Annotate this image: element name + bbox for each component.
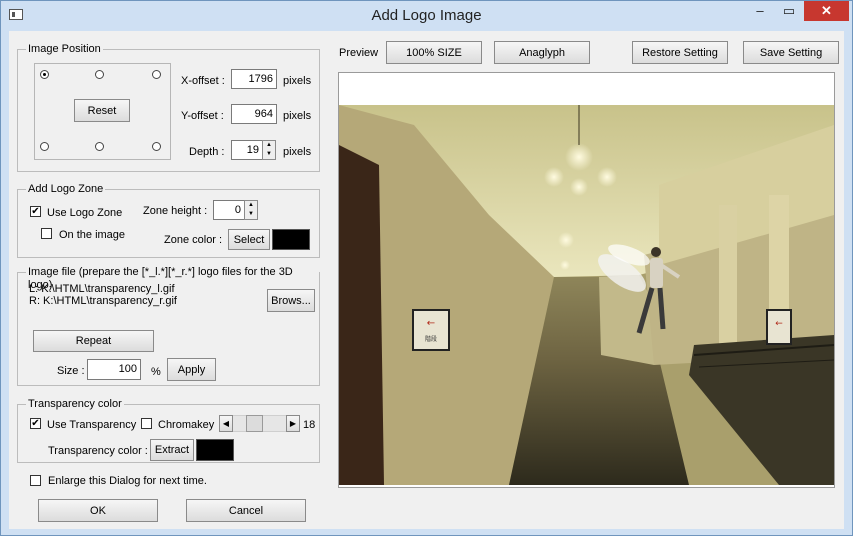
zone-height-field[interactable]: 0 <box>213 200 245 220</box>
x-offset-field[interactable]: 1796 <box>231 69 277 89</box>
chandelier-2 <box>558 232 574 248</box>
depth-unit: pixels <box>283 146 312 158</box>
svg-text:←: ← <box>427 318 435 329</box>
position-bottom-right-radio[interactable] <box>152 142 161 151</box>
size-label: Size : <box>57 365 85 377</box>
y-offset-unit: pixels <box>283 110 312 122</box>
use-logo-zone-checkbox[interactable]: ✔ <box>30 206 41 217</box>
size-percent: % <box>151 366 161 378</box>
dialog-client: Image Position Reset X-offset : 1796 pix… <box>9 31 844 529</box>
transparency-color-label: Transparency color : <box>48 445 148 457</box>
transparency-slider-thumb[interactable] <box>246 415 263 432</box>
dialog-window: Add Logo Image – ▭ ✕ Image Position Rese… <box>0 0 853 536</box>
position-bottom-left-radio[interactable] <box>40 142 49 151</box>
zone-color-label: Zone color : <box>164 234 223 246</box>
position-top-center-radio[interactable] <box>95 70 104 79</box>
logo-zone-title: Add Logo Zone <box>26 183 106 196</box>
preview-frame: ← 階段 ← <box>338 72 835 488</box>
svg-text:階段: 階段 <box>425 335 437 343</box>
preview-label: Preview <box>339 47 379 59</box>
slider-left-arrow[interactable]: ◀ <box>219 415 233 432</box>
depth-label: Depth : <box>189 146 225 158</box>
y-offset-label: Y-offset : <box>181 110 224 122</box>
exit-sign-left <box>412 309 450 351</box>
chromakey-label: Chromakey <box>158 419 215 431</box>
flying-person <box>651 247 661 257</box>
transparency-title: Transparency color <box>26 398 124 411</box>
save-setting-button[interactable]: Save Setting <box>743 41 839 64</box>
position-bottom-center-radio[interactable] <box>95 142 104 151</box>
slider-right-arrow[interactable]: ▶ <box>286 415 300 432</box>
position-top-right-radio[interactable] <box>152 70 161 79</box>
extract-button[interactable]: Extract <box>150 439 194 461</box>
svg-text:←: ← <box>775 319 783 329</box>
reset-position-button[interactable]: Reset <box>74 99 130 122</box>
enlarge-dialog-label: Enlarge this Dialog for next time. <box>48 475 207 487</box>
minimize-button[interactable]: – <box>746 1 774 21</box>
depth-field[interactable]: 19 <box>231 140 263 160</box>
column-1 <box>719 205 737 345</box>
anaglyph-button[interactable]: Anaglyph <box>494 41 590 64</box>
on-image-checkbox[interactable] <box>41 228 52 239</box>
zone-height-spinner[interactable]: ▲ ▼ <box>244 200 258 220</box>
preview-image[interactable]: ← 階段 ← <box>339 105 834 485</box>
window-title: Add Logo Image <box>371 7 482 24</box>
transparency-slider-track[interactable] <box>233 415 286 432</box>
slider-value: 18 <box>303 419 316 431</box>
depth-spinner[interactable]: ▲ ▼ <box>262 140 276 160</box>
close-button[interactable]: ✕ <box>804 1 849 21</box>
size-100-button[interactable]: 100% SIZE <box>386 41 482 64</box>
image-position-group: Image Position Reset X-offset : 1796 pix… <box>17 43 320 172</box>
use-transparency-label: Use Transparency <box>47 419 137 431</box>
zone-height-label: Zone height : <box>143 205 208 217</box>
chromakey-checkbox[interactable] <box>141 418 152 429</box>
image-file-group: Image file (prepare the [*_l.*][*_r.*] l… <box>17 266 320 386</box>
x-offset-unit: pixels <box>283 75 312 87</box>
y-offset-field[interactable]: 964 <box>231 104 277 124</box>
title-bar: Add Logo Image – ▭ ✕ <box>1 1 852 31</box>
use-transparency-checkbox[interactable]: ✔ <box>30 418 41 429</box>
x-offset-label: X-offset : <box>181 75 225 87</box>
size-field[interactable]: 100 <box>87 359 141 380</box>
logo-zone-group: Add Logo Zone ✔ Use Logo Zone On the ima… <box>17 183 320 258</box>
use-logo-zone-label: Use Logo Zone <box>47 207 123 219</box>
repeat-button[interactable]: Repeat <box>33 330 154 352</box>
enlarge-dialog-checkbox[interactable] <box>30 475 41 486</box>
position-top-left-radio[interactable] <box>40 70 49 79</box>
position-grid: Reset <box>34 63 171 160</box>
zone-color-swatch <box>272 229 310 250</box>
maximize-button[interactable]: ▭ <box>775 1 803 21</box>
transparency-color-swatch <box>196 439 234 461</box>
zone-color-select-button[interactable]: Select <box>228 229 270 250</box>
image-position-title: Image Position <box>26 43 103 56</box>
browse-button[interactable]: Brows... <box>267 289 315 312</box>
apply-size-button[interactable]: Apply <box>167 358 216 381</box>
chandelier-1 <box>565 143 593 171</box>
ok-button[interactable]: OK <box>38 499 158 522</box>
left-door <box>339 145 384 485</box>
cancel-button[interactable]: Cancel <box>186 499 306 522</box>
on-image-label: On the image <box>59 229 126 241</box>
chandelier-3 <box>560 260 570 270</box>
restore-setting-button[interactable]: Restore Setting <box>632 41 728 64</box>
right-file-path: R: K:\HTML\transparency_r.gif <box>29 295 177 307</box>
transparency-group: Transparency color ✔ Use Transparency Ch… <box>17 398 320 463</box>
